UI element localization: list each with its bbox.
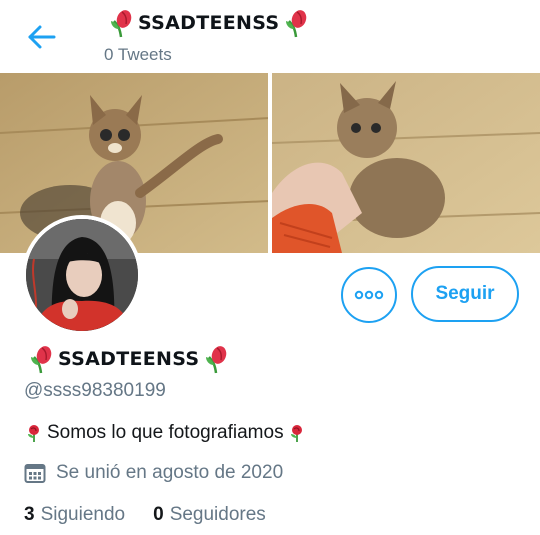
joined-date: Se unió en agosto de 2020 <box>24 459 283 487</box>
wilted-tulip-icon <box>286 10 307 38</box>
avatar[interactable] <box>22 215 142 335</box>
followers-label: Seguidores <box>169 504 266 525</box>
back-button[interactable] <box>26 22 60 52</box>
more-options-icon <box>354 290 384 300</box>
kitten-sitting-photo <box>0 73 270 253</box>
calendar-icon <box>24 464 46 483</box>
wilted-tulip-icon <box>206 346 227 374</box>
rose-icon <box>28 425 39 442</box>
following-count: 3 <box>24 504 35 525</box>
following-label: Siguiendo <box>40 504 126 525</box>
follow-stats: 3 Siguiendo 0 Seguidores <box>24 502 266 528</box>
display-name: SSADTEENSS <box>28 341 229 377</box>
header-title-text: SSADTEENSS <box>138 12 280 34</box>
follow-button[interactable]: Seguir <box>411 266 519 322</box>
header-title: SSADTEENSS <box>108 6 309 40</box>
wilted-tulip-icon <box>111 10 132 38</box>
followers-count: 0 <box>153 504 164 525</box>
arrow-left-icon <box>28 25 56 49</box>
more-options-button[interactable] <box>341 267 397 323</box>
joined-date-text: Se unió en agosto de 2020 <box>56 462 284 483</box>
following-link[interactable]: 3 Siguiendo <box>24 504 125 526</box>
rose-icon <box>290 425 302 442</box>
display-name-text: SSADTEENSS <box>58 348 200 370</box>
followers-link[interactable]: 0 Seguidores <box>153 504 266 526</box>
top-bar: SSADTEENSS 0 Tweets <box>0 0 540 72</box>
handle: @ssss98380199 <box>24 380 166 401</box>
bio-text: Somos lo que fotografiamos <box>47 422 284 443</box>
kitten-held-in-hand-photo <box>272 73 540 253</box>
wilted-tulip-icon <box>31 346 52 374</box>
tweet-count: 0 Tweets <box>104 45 172 64</box>
bio: Somos lo que fotografiamos <box>24 420 307 446</box>
follow-button-label: Seguir <box>435 283 495 304</box>
profile-photo-girl <box>26 219 138 331</box>
